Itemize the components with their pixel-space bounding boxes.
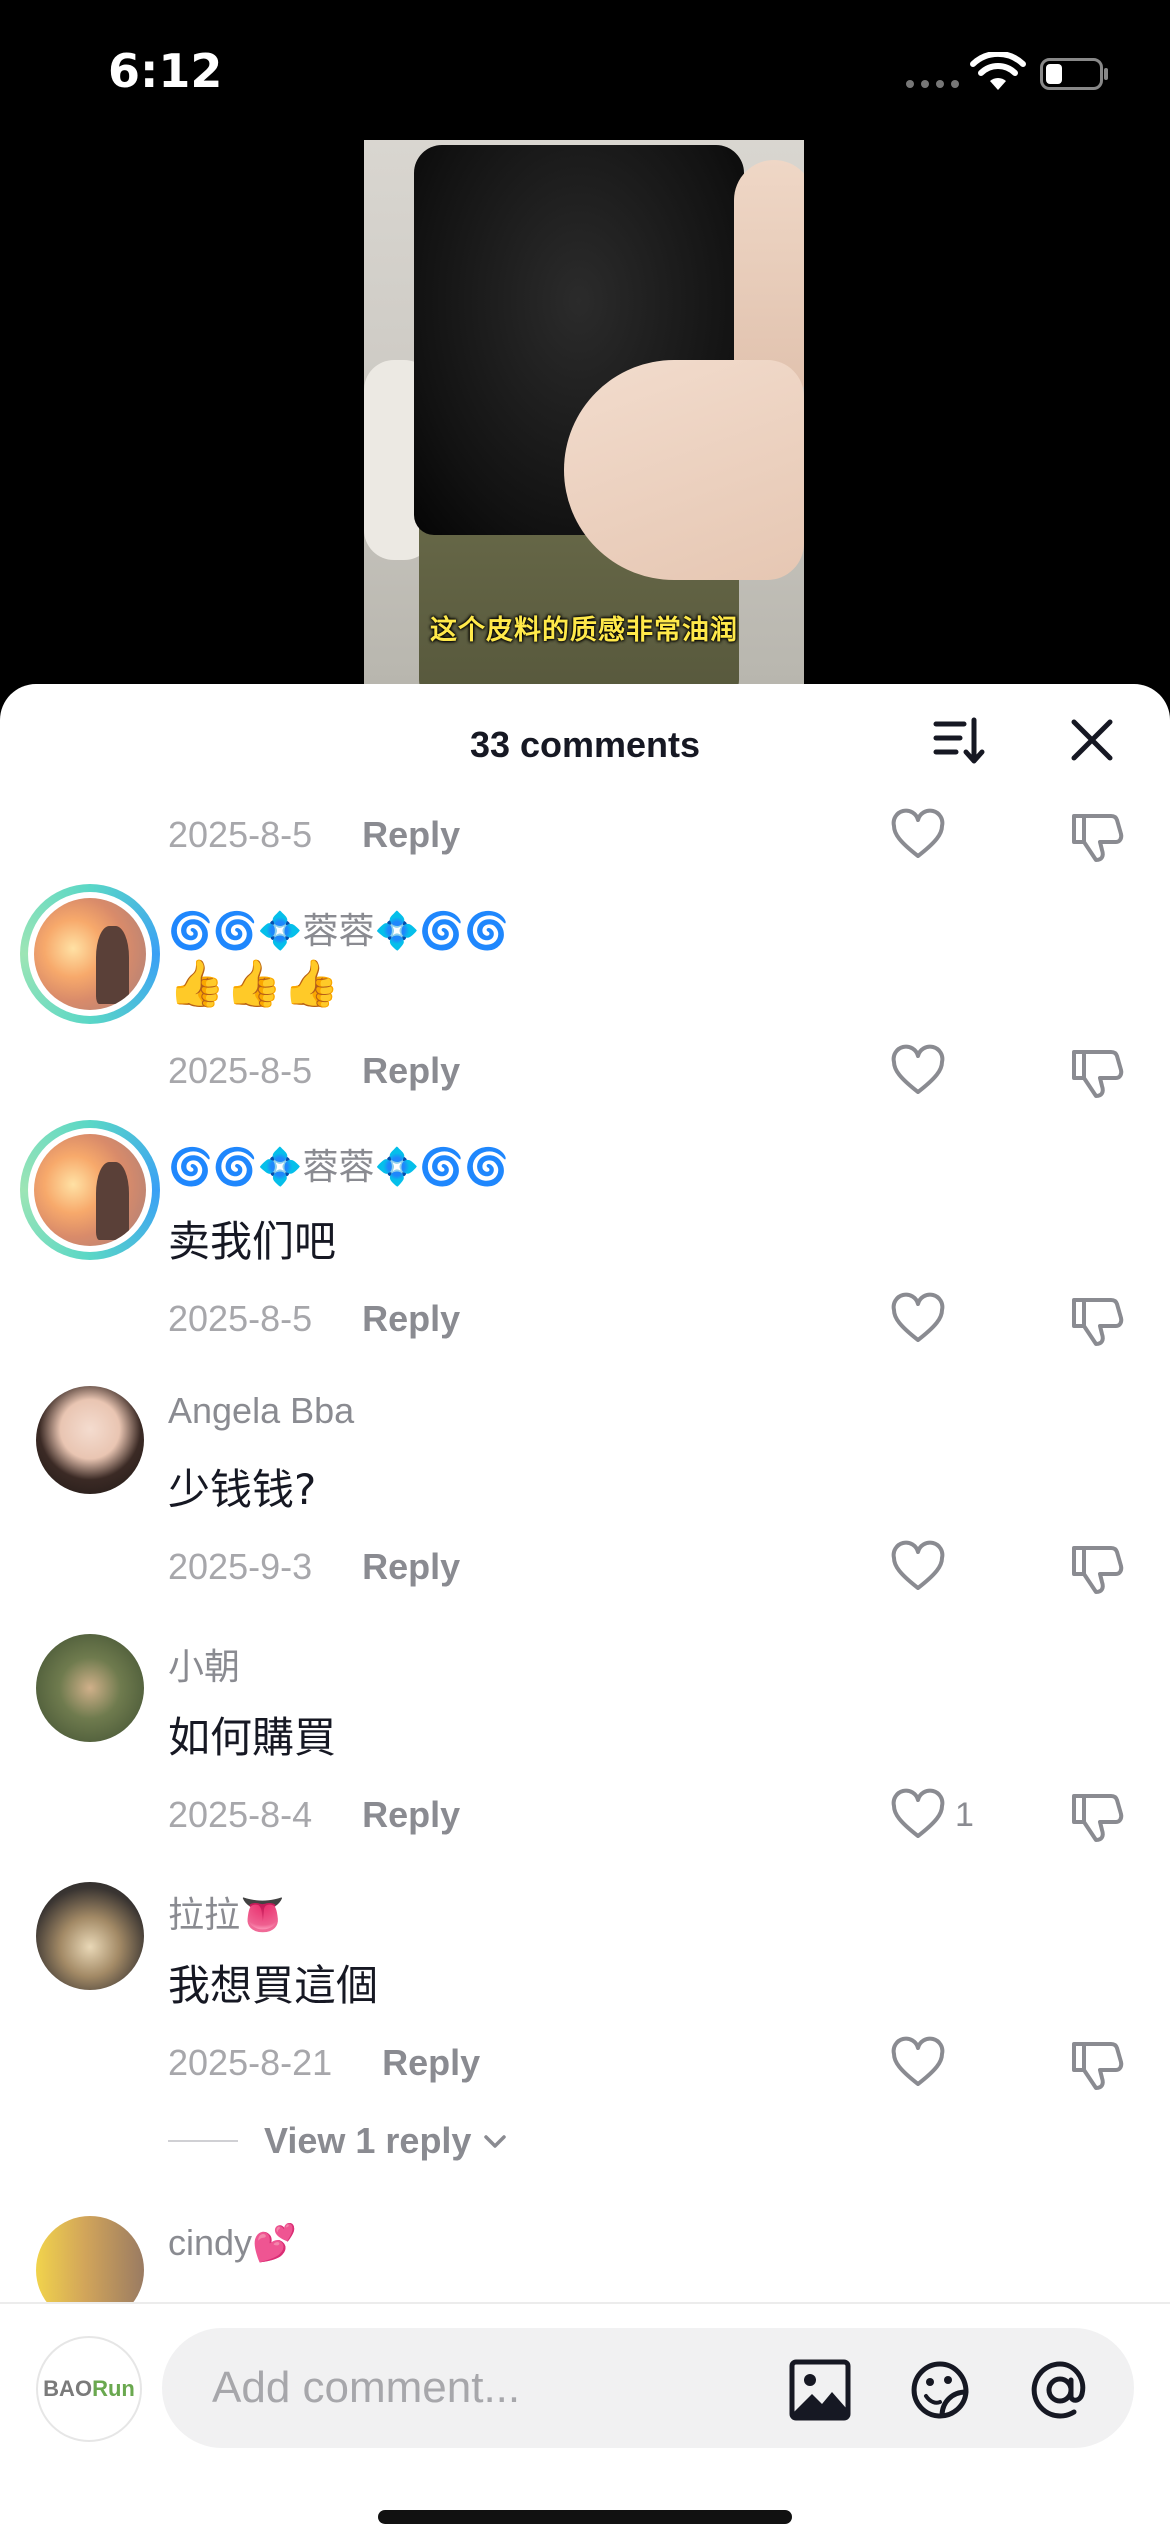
comment-meta: 2025-8-5 Reply [168,1050,460,1092]
comment-date: 2025-8-5 [168,814,313,855]
comment-meta: 2025-8-5 Reply [168,814,460,856]
thumbs-down-icon[interactable] [1068,1292,1124,1348]
video-player[interactable]: 这个皮料的质感非常油润 [364,140,804,685]
comment-username[interactable]: 小朝 [168,1638,240,1690]
comment-date: 2025-8-5 [168,1298,313,1339]
thumbs-down-icon[interactable] [1068,1044,1124,1100]
mention-icon[interactable] [1028,2358,1092,2422]
user-avatar-logo[interactable]: BAO Run [36,2336,142,2442]
comment-input-bar: BAO Run [0,2302,1170,2532]
comments-sheet: 33 comments 2025-8-5 Reply 🌀🌀💠蓉蓉💠🌀🌀 👍👍👍 … [0,684,1170,2532]
logo-text: Run [92,2376,135,2401]
comment-meta: 2025-8-4 Reply [168,1794,460,1836]
image-icon[interactable] [788,2358,852,2422]
view-replies-label: View 1 reply [264,2120,472,2161]
thumbs-down-icon[interactable] [1068,808,1124,864]
comment-date: 2025-9-3 [168,1546,313,1587]
avatar[interactable] [20,884,160,1024]
avatar[interactable] [36,1386,144,1494]
heart-icon[interactable] [890,1044,946,1100]
comment-text: 少钱钱? [168,1465,317,1514]
comment-date: 2025-8-21 [168,2042,333,2083]
divider-line [168,2140,238,2142]
sticker-icon[interactable] [908,2358,972,2422]
video-caption: 这个皮料的质感非常油润 [430,615,738,646]
video-hand [564,360,804,580]
heart-icon[interactable] [890,2036,946,2092]
wifi-icon [970,52,1026,90]
avatar[interactable] [36,1634,144,1742]
reply-button[interactable]: Reply [362,1298,460,1340]
comment-username[interactable]: 🌀🌀💠蓉蓉💠🌀🌀 [168,902,509,954]
comment-username[interactable]: 🌀🌀💠蓉蓉💠🌀🌀 [168,1138,509,1190]
sort-icon[interactable] [930,712,988,770]
heart-icon[interactable] [890,1540,946,1596]
battery-icon [1040,58,1108,90]
cellular-signal-icon [906,80,959,88]
comment-username[interactable]: cindy💕 [168,2222,297,2264]
view-replies-button[interactable]: View 1 reply [168,2120,509,2162]
reply-button[interactable]: Reply [362,1050,460,1092]
reply-button[interactable]: Reply [362,1794,460,1836]
avatar[interactable] [20,1120,160,1260]
like-count: 1 [955,1796,974,1834]
comment-username[interactable]: 拉拉👅 [168,1886,285,1938]
comment-date: 2025-8-4 [168,1794,313,1835]
comment-text: 👍👍👍 [168,956,340,1010]
comment-meta: 2025-8-5 Reply [168,1298,460,1340]
home-indicator[interactable] [378,2510,792,2524]
close-icon[interactable] [1066,714,1118,766]
thumbs-down-icon[interactable] [1068,2036,1124,2092]
reply-button[interactable]: Reply [362,814,460,856]
chevron-down-icon [484,2135,507,2148]
comment-text: 我想買這個 [168,1961,379,2010]
comment-date: 2025-8-5 [168,1050,313,1091]
reply-button[interactable]: Reply [362,1546,460,1588]
heart-icon[interactable] [890,808,946,864]
logo-text: BAO [43,2376,93,2401]
comment-text: 卖我们吧 [168,1217,337,1266]
heart-icon[interactable] [890,1788,946,1844]
status-bar: 6:12 [0,0,1170,140]
comment-input-container[interactable] [162,2328,1134,2448]
thumbs-down-icon[interactable] [1068,1788,1124,1844]
thumbs-down-icon[interactable] [1068,1540,1124,1596]
comment-meta: 2025-8-21 Reply [168,2042,480,2084]
heart-icon[interactable] [890,1292,946,1348]
reply-button[interactable]: Reply [382,2042,480,2084]
comment-input[interactable] [212,2352,772,2424]
avatar[interactable] [36,1882,144,1990]
comment-username[interactable]: Angela Bba [168,1390,354,1432]
status-time: 6:12 [108,44,223,98]
comment-meta: 2025-9-3 Reply [168,1546,460,1588]
comment-text: 如何購買 [168,1713,337,1762]
comments-count-title: 33 comments [469,724,701,765]
